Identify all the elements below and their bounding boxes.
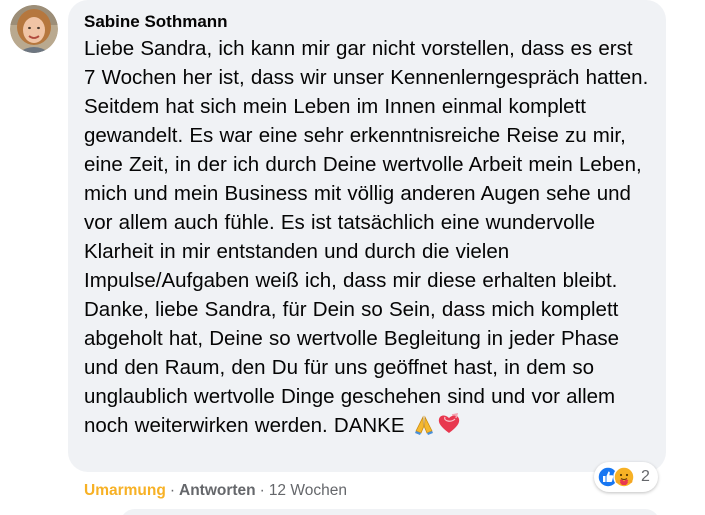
- comment-body: Liebe Sandra, ich kann mir gar nicht vor…: [84, 34, 650, 443]
- comment-timestamp[interactable]: 12 Wochen: [269, 482, 347, 499]
- reply-button[interactable]: Antworten: [179, 482, 256, 499]
- care-icon: [613, 466, 635, 488]
- separator-dot: ·: [169, 482, 175, 499]
- comment-thread: Sabine Sothmann Liebe Sandra, ich kann m…: [0, 0, 705, 515]
- reaction-count: 2: [641, 468, 650, 485]
- author-name[interactable]: Sabine Sothmann: [84, 11, 650, 33]
- heart-with-ribbon-emoji: [437, 413, 461, 443]
- comment-bubble: Sabine Sothmann Liebe Sandra, ich kann m…: [68, 0, 666, 472]
- comment-text: Liebe Sandra, ich kann mir gar nicht vor…: [84, 37, 649, 437]
- separator-dot: ·: [259, 482, 265, 499]
- comment-actions: Umarmung · Antworten · 12 Wochen: [84, 482, 347, 500]
- folded-hands-emoji: [413, 414, 435, 443]
- next-comment-bubble: [120, 509, 660, 515]
- avatar-image: [10, 5, 58, 53]
- reaction-button[interactable]: Umarmung: [84, 482, 166, 499]
- reaction-summary[interactable]: 2: [594, 462, 658, 492]
- avatar[interactable]: [10, 5, 58, 53]
